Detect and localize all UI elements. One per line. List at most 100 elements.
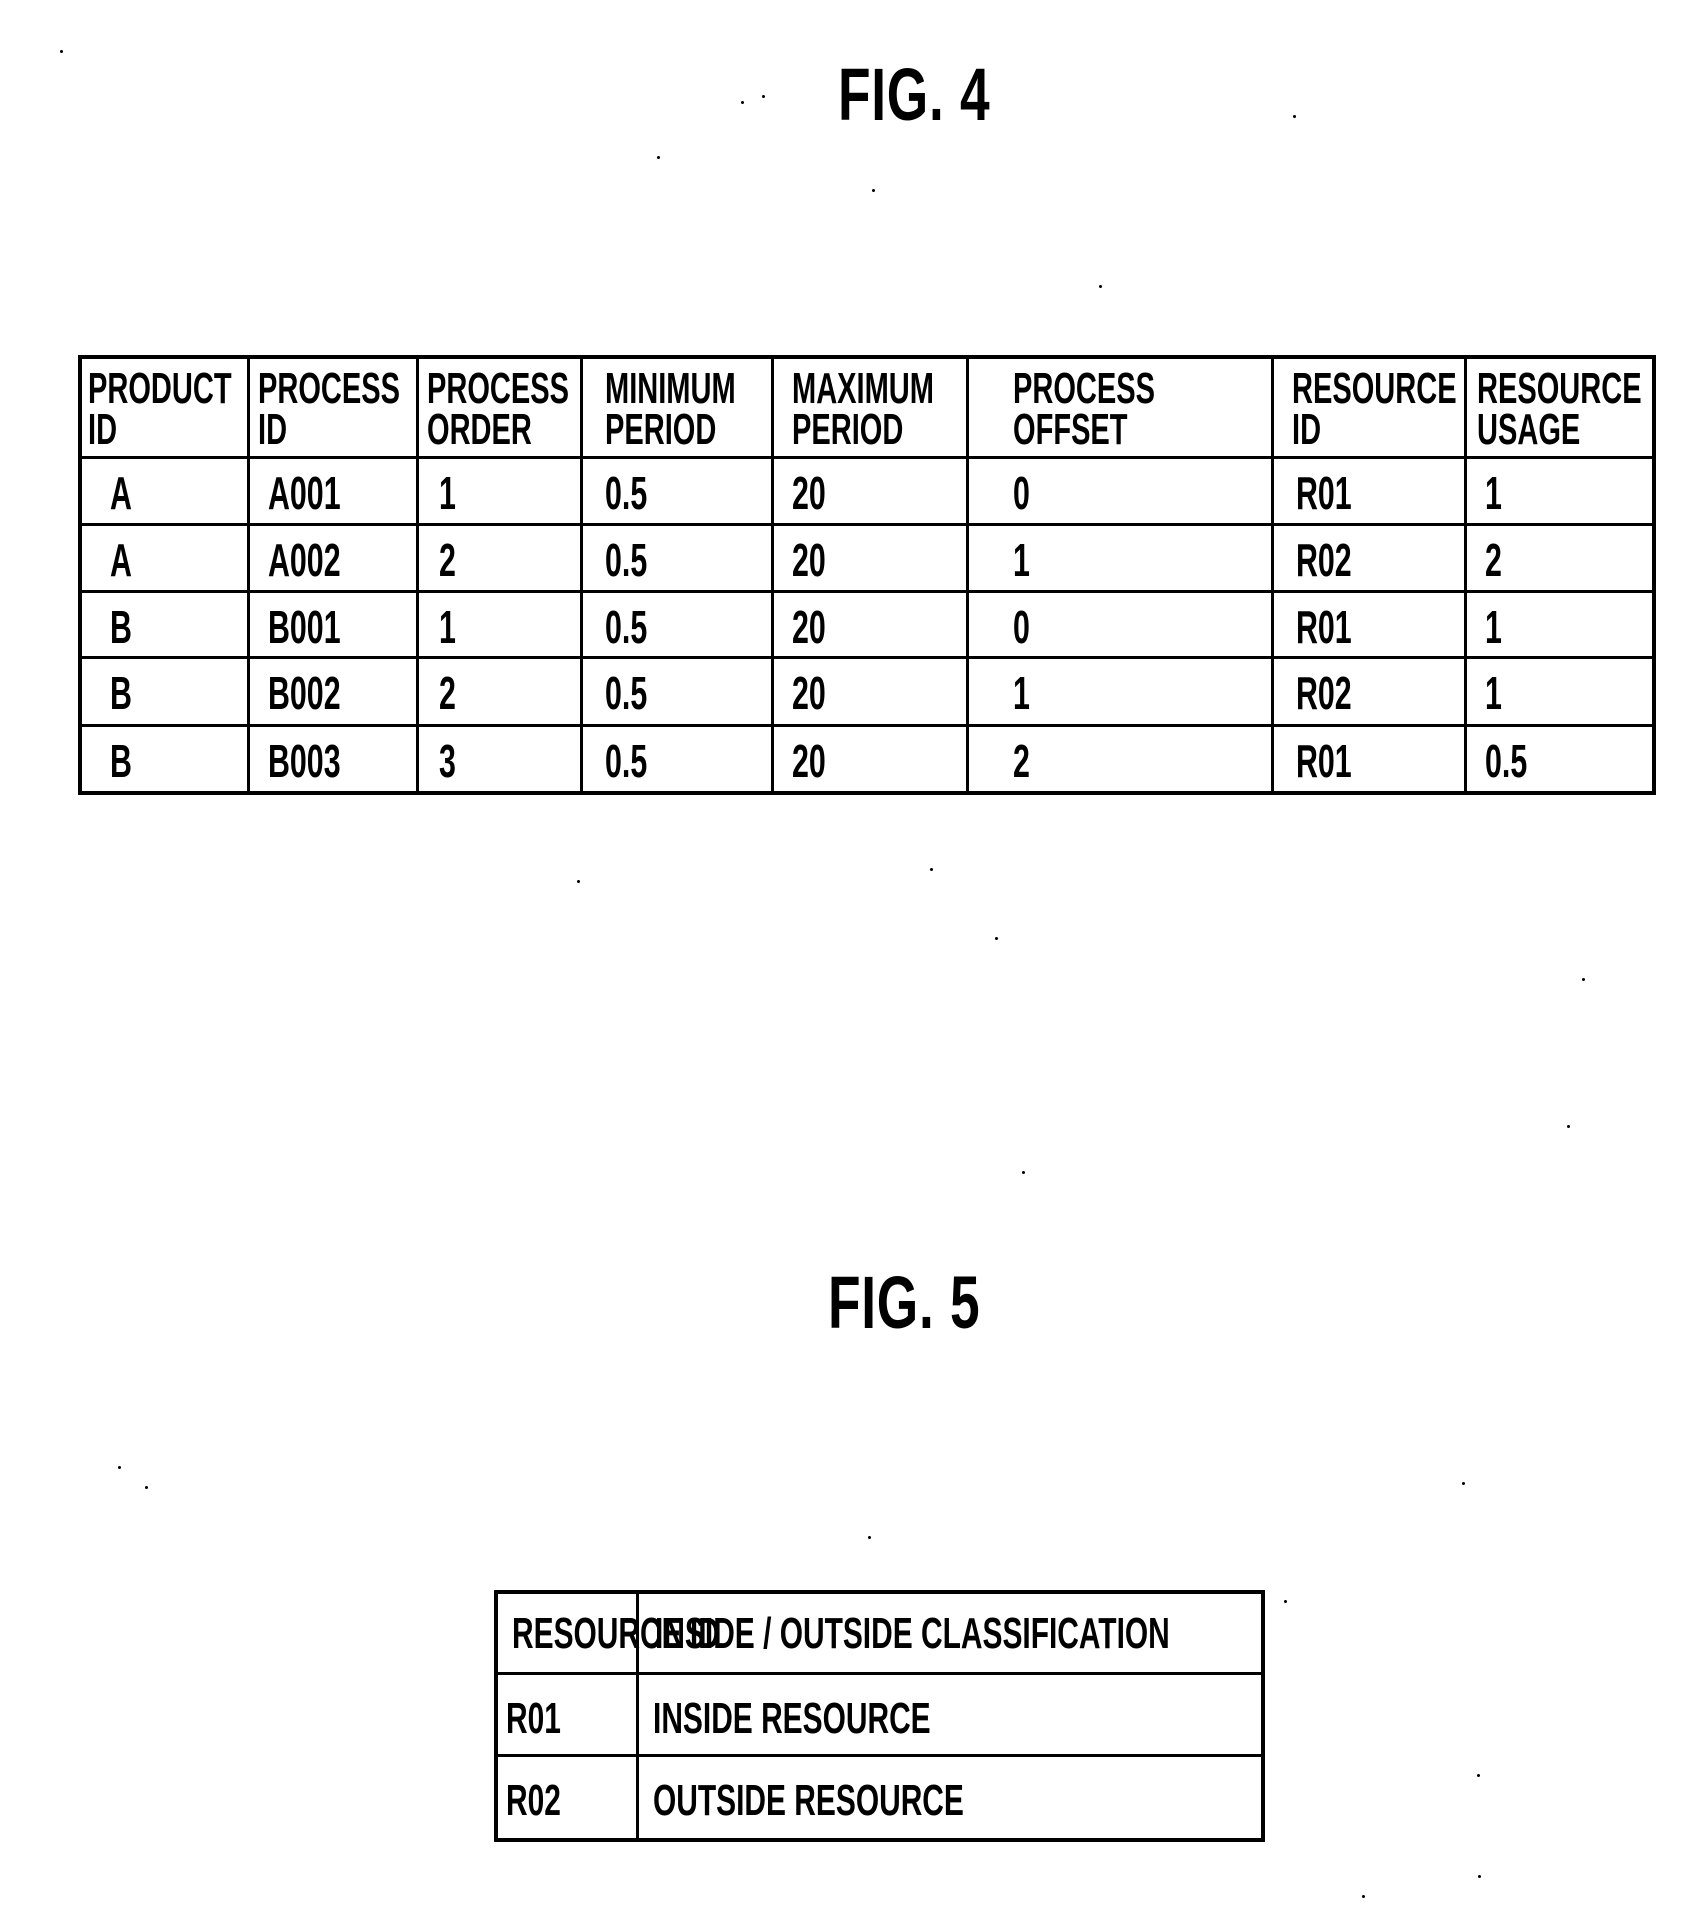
fig4-cell: 0.5 <box>605 735 648 787</box>
header-line: RESOURCE <box>1292 364 1457 413</box>
scan-speck <box>1462 1482 1465 1485</box>
fig4-cell: 1 <box>1485 601 1502 653</box>
fig4-column-header: MINIMUM PERIOD <box>605 364 736 454</box>
fig4-cell: 0 <box>1013 467 1030 519</box>
fig4-cell: 20 <box>792 735 826 787</box>
scan-speck <box>1582 978 1585 981</box>
scan-speck <box>872 189 875 192</box>
row-divider <box>78 724 1656 727</box>
fig4-cell: 0.5 <box>605 601 648 653</box>
header-line: MAXIMUM <box>792 364 934 413</box>
scan-speck <box>1567 1125 1570 1128</box>
fig5-cell: OUTSIDE RESOURCE <box>653 1776 964 1825</box>
fig4-cell: B003 <box>268 735 341 787</box>
fig4-cell: A001 <box>268 467 341 519</box>
fig4-cell: A <box>110 534 132 586</box>
header-line: PROCESS <box>1013 364 1156 413</box>
fig4-cell: 20 <box>792 534 826 586</box>
header-line: PROCESS <box>258 364 401 413</box>
scan-speck <box>1022 1171 1025 1174</box>
fig4-cell: R02 <box>1296 534 1352 586</box>
fig4-column-header: PROCESS OFFSET <box>1013 364 1156 454</box>
scan-speck <box>1099 285 1102 288</box>
header-line: ID <box>1292 404 1322 454</box>
column-divider <box>1271 355 1274 795</box>
header-line: USAGE <box>1477 404 1581 454</box>
fig4-cell: R01 <box>1296 735 1352 787</box>
fig5-cell: R02 <box>506 1776 561 1825</box>
scan-speck <box>930 868 933 871</box>
scan-speck <box>995 937 998 940</box>
fig5-column-header: INSIDE / OUTSIDE CLASSIFICATION <box>655 1609 1170 1658</box>
scan-speck <box>741 101 744 104</box>
scan-speck <box>1477 1774 1480 1777</box>
fig4-cell: B <box>110 735 132 787</box>
fig4-cell: 20 <box>792 601 826 653</box>
column-divider <box>771 355 774 795</box>
scan-speck <box>868 1536 871 1539</box>
header-line: RESOURCE <box>1477 364 1642 413</box>
fig4-cell: 0.5 <box>605 467 648 519</box>
column-divider <box>580 355 583 795</box>
fig4-cell: 0.5 <box>1485 735 1528 787</box>
header-line: PERIOD <box>792 404 904 454</box>
fig4-column-header: PRODUCT ID <box>88 364 232 454</box>
fig4-cell: 20 <box>792 467 826 519</box>
fig4-cell: R01 <box>1296 601 1352 653</box>
fig4-cell: 1 <box>439 467 456 519</box>
header-line: OFFSET <box>1013 404 1128 454</box>
fig4-cell: 2 <box>439 667 456 719</box>
fig4-column-header: PROCESS ORDER <box>427 364 570 454</box>
fig4-cell: R01 <box>1296 467 1352 519</box>
header-line: PROCESS <box>427 364 570 413</box>
header-line: ID <box>258 404 288 454</box>
row-divider <box>78 523 1656 526</box>
scan-speck <box>1362 1895 1365 1898</box>
fig4-cell: B <box>110 601 132 653</box>
fig4-column-header: RESOURCE ID <box>1292 364 1457 454</box>
fig4-cell: 3 <box>439 735 456 787</box>
fig4-cell: B <box>110 667 132 719</box>
fig4-column-header: RESOURCE USAGE <box>1477 364 1642 454</box>
scan-speck <box>1478 1875 1481 1878</box>
fig4-cell: 0.5 <box>605 534 648 586</box>
fig4-cell: 2 <box>1013 735 1030 787</box>
row-divider <box>78 456 1656 459</box>
fig4-column-header: MAXIMUM PERIOD <box>792 364 934 454</box>
fig5-title: FIG. 5 <box>828 1261 981 1344</box>
fig4-cell: 1 <box>1485 467 1502 519</box>
header-line: ID <box>88 404 118 454</box>
row-divider <box>494 1672 1265 1675</box>
scan-speck <box>118 1466 121 1469</box>
fig4-cell: 20 <box>792 667 826 719</box>
row-divider <box>494 1754 1265 1757</box>
fig4-cell: 0.5 <box>605 667 648 719</box>
fig5-cell: R01 <box>506 1694 561 1743</box>
header-line: MINIMUM <box>605 364 736 413</box>
row-divider <box>78 590 1656 593</box>
fig4-cell: 1 <box>1013 534 1030 586</box>
scan-speck <box>762 95 765 98</box>
scan-speck <box>1284 1600 1287 1603</box>
column-divider <box>416 355 419 795</box>
fig4-title: FIG. 4 <box>838 53 991 136</box>
scan-speck <box>145 1486 148 1489</box>
fig4-cell: R02 <box>1296 667 1352 719</box>
scan-speck <box>577 880 580 883</box>
fig4-cell: 0 <box>1013 601 1030 653</box>
fig4-cell: 2 <box>1485 534 1502 586</box>
fig4-cell: 2 <box>439 534 456 586</box>
scan-speck <box>1293 115 1296 118</box>
fig4-cell: 1 <box>439 601 456 653</box>
row-divider <box>78 656 1656 659</box>
header-line: PERIOD <box>605 404 717 454</box>
fig4-cell: B001 <box>268 601 341 653</box>
header-line: ORDER <box>427 404 532 454</box>
column-divider <box>247 355 250 795</box>
fig4-cell: A002 <box>268 534 341 586</box>
fig4-cell: 1 <box>1013 667 1030 719</box>
column-divider <box>966 355 969 795</box>
column-divider <box>1464 355 1467 795</box>
fig4-cell: B002 <box>268 667 341 719</box>
header-line: PRODUCT <box>88 364 232 413</box>
